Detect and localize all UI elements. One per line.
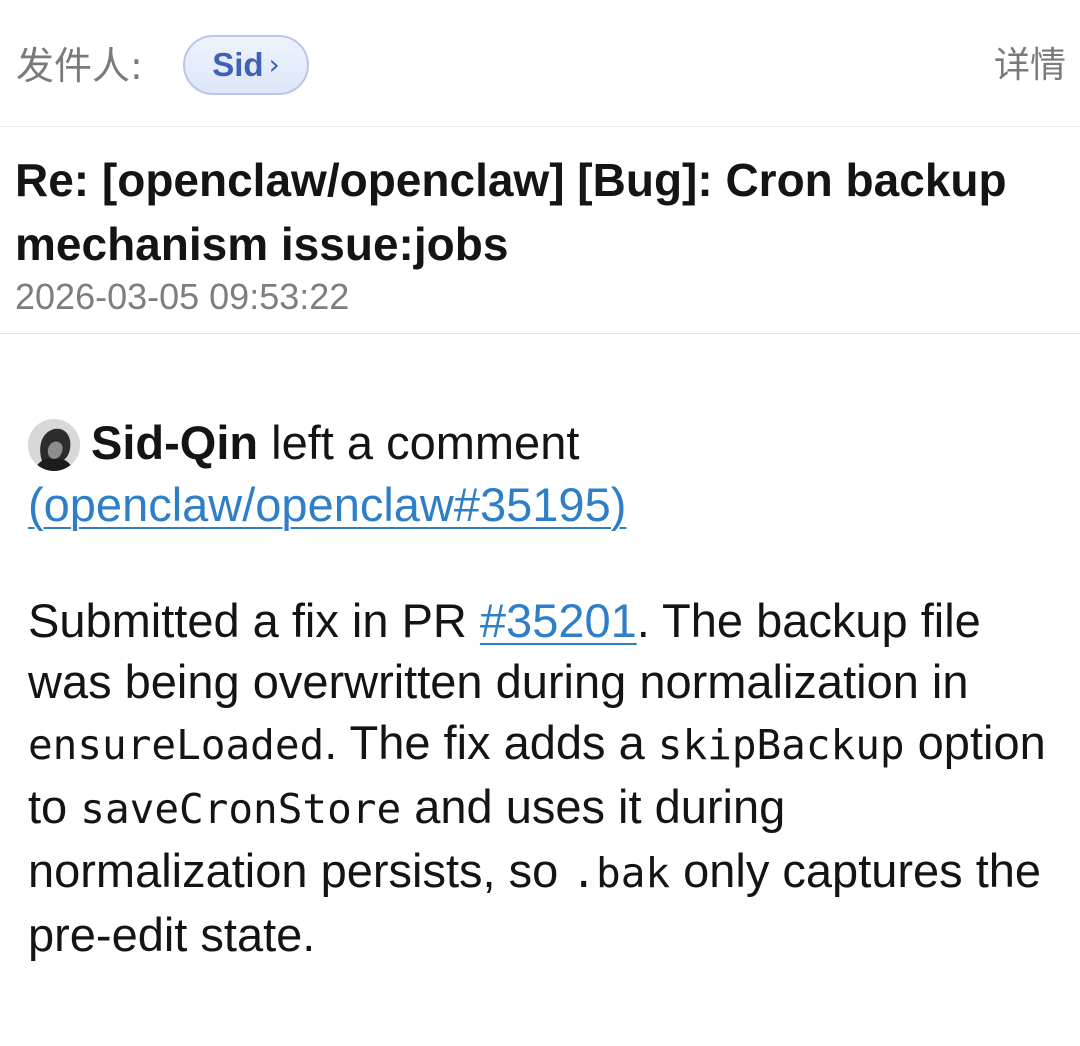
sender-row: 发件人: Sid › 详情: [0, 0, 1080, 127]
avatar: [28, 419, 80, 471]
comment-body: Submitted a fix in PR #35201. The backup…: [28, 590, 1068, 965]
sender-label: 发件人:: [16, 44, 143, 88]
code-savecronstore: saveCronStore: [80, 785, 402, 833]
sender-chip[interactable]: Sid ›: [183, 35, 309, 95]
code-skipbackup: skipBackup: [657, 721, 905, 769]
comment-header-line: Sid-Qin left a comment: [91, 412, 579, 474]
comment-action: left a comment: [271, 416, 580, 469]
email-date: 2026-03-05 09:53:22: [15, 276, 350, 317]
sender-name: Sid: [212, 46, 264, 83]
code-bak: .bak: [571, 849, 671, 897]
subject-block: Re: [openclaw/openclaw] [Bug]: Cron back…: [0, 127, 1080, 334]
details-button[interactable]: 详情: [994, 40, 1066, 92]
body-text: Submitted a fix in PR: [28, 594, 480, 647]
chevron-right-icon: ›: [268, 48, 280, 81]
code-ensureloaded: ensureLoaded: [28, 721, 325, 769]
comment-author[interactable]: Sid-Qin: [91, 416, 258, 469]
email-subject: Re: [openclaw/openclaw] [Bug]: Cron back…: [15, 154, 1007, 270]
body-text: . The fix adds a: [324, 716, 658, 769]
pr-link[interactable]: #35201: [480, 594, 637, 647]
issue-link[interactable]: (openclaw/openclaw#35195): [28, 474, 626, 536]
